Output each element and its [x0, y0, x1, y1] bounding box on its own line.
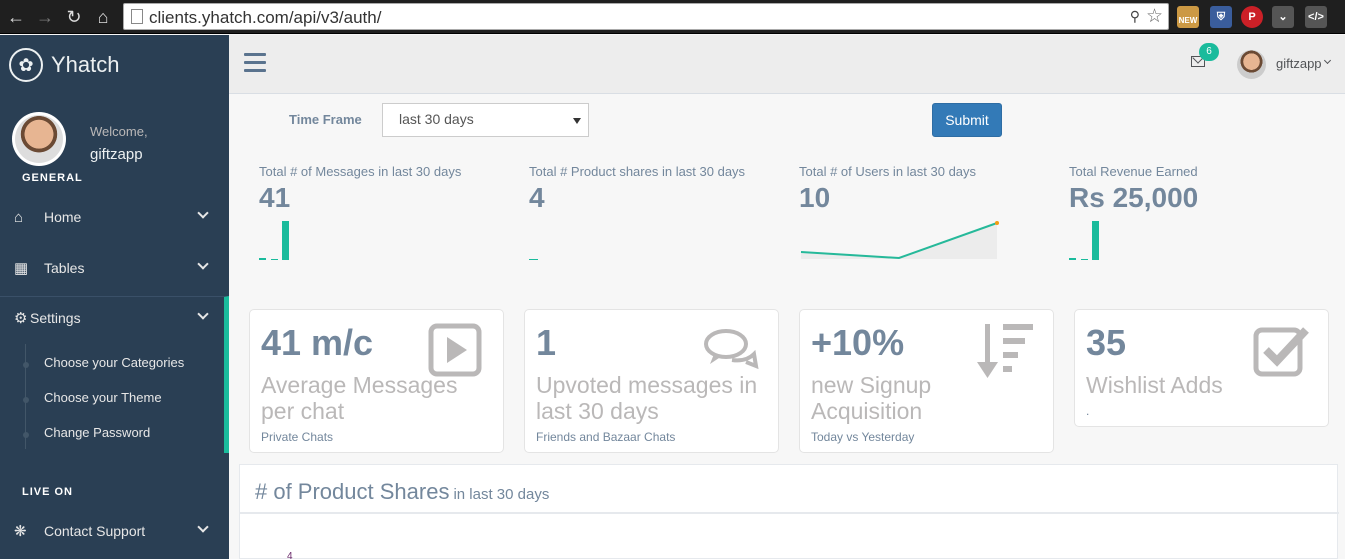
stat-box-upvoted: 1 Upvoted messages in last 30 days Frien… — [524, 309, 779, 453]
sidebar: ✿ Yhatch Welcome, giftzapp GENERAL ⌂ Hom… — [0, 35, 229, 559]
caret-down-icon — [573, 118, 581, 124]
code-icon[interactable]: </> — [1305, 6, 1327, 28]
chevron-down-icon[interactable] — [1323, 56, 1332, 65]
pinterest-icon[interactable]: P — [1241, 6, 1263, 28]
panel-title-text: # of Product Shares — [255, 479, 450, 504]
tile-count: 41 — [259, 182, 291, 213]
welcome-text: Welcome, — [90, 124, 148, 139]
tile-title: Total # of Users in last 30 days — [799, 164, 977, 179]
chart-tick-label: 4 — [287, 551, 293, 559]
tile-title: Total Revenue Earned — [1069, 164, 1198, 179]
page-icon — [131, 9, 143, 24]
avatar — [12, 112, 66, 166]
stat-number: +10% — [811, 322, 905, 363]
brand-name: Yhatch — [51, 52, 120, 77]
tile-count: Rs 25,000 — [1069, 182, 1199, 213]
stat-box-signups: +10% new Signup Acquisition Today vs Yes… — [799, 309, 1054, 453]
panel-title: # of Product Shares in last 30 days — [255, 479, 549, 505]
extension-new-label: NEW — [1178, 16, 1198, 25]
menu-toggle-icon[interactable] — [244, 53, 266, 73]
user-avatar[interactable] — [1237, 50, 1266, 79]
pocket-icon[interactable]: ⌄ — [1272, 6, 1294, 28]
stat-sub: . — [1086, 404, 1090, 418]
tile-title: Total # of Messages in last 30 days — [259, 164, 462, 179]
menu-icon[interactable] — [1333, 6, 1341, 28]
chevron-down-icon — [197, 308, 209, 320]
submit-button[interactable]: Submit — [932, 103, 1002, 137]
extension-new-icon[interactable]: NEW — [1177, 6, 1199, 28]
browser-toolbar: ← → ↻ ⌂ clients.yhatch.com/api/v3/auth/ … — [0, 0, 1345, 34]
sparkline-line-chart — [800, 221, 999, 260]
stat-sub: Private Chats — [261, 430, 334, 444]
extension-shield-icon[interactable]: ⛨ — [1210, 6, 1232, 28]
submenu-item-password[interactable]: Change Password — [44, 425, 150, 440]
section-title-live: LIVE ON — [22, 486, 74, 498]
play-icon — [428, 323, 482, 377]
stat-number: 35 — [1086, 322, 1127, 363]
paw-icon: ✿ — [9, 48, 43, 82]
sparkline-bar-chart — [529, 259, 538, 260]
back-icon[interactable]: ← — [5, 6, 27, 28]
user-menu-name[interactable]: giftzapp — [1276, 56, 1322, 71]
table-icon: ▦ — [14, 260, 29, 277]
sort-amount-desc-icon — [977, 324, 1033, 378]
product-shares-panel: # of Product Shares in last 30 days 4 — [239, 464, 1339, 559]
tile-title: Total # Product shares in last 30 days — [529, 164, 746, 179]
url-text: clients.yhatch.com/api/v3/auth/ — [149, 8, 382, 27]
time-frame-select[interactable]: last 30 days — [382, 103, 589, 137]
forward-icon[interactable]: → — [34, 6, 56, 28]
submenu-dot — [23, 397, 29, 403]
top-nav: 6 giftzapp — [229, 35, 1345, 94]
submenu-item-categories[interactable]: Choose your Categories — [44, 355, 184, 370]
profile-name: giftzapp — [90, 146, 143, 163]
chevron-down-icon — [197, 258, 209, 270]
home-icon: ⌂ — [14, 208, 24, 226]
bug-icon: ❋ — [14, 523, 27, 540]
time-frame-value: last 30 days — [399, 111, 474, 127]
mail-count-badge: 6 — [1199, 43, 1219, 61]
tile-count: 4 — [529, 182, 545, 213]
sidebar-item-home[interactable]: ⌂ Home — [0, 197, 229, 237]
bookmark-star-icon[interactable]: ☆ — [1146, 5, 1163, 28]
stat-number: 1 — [536, 322, 557, 363]
section-title-general: GENERAL — [22, 172, 83, 184]
stat-box-messages: 41 m/c Average Messages per chat Private… — [249, 309, 504, 453]
sidebar-item-label: Home — [44, 209, 82, 225]
home-browser-icon[interactable]: ⌂ — [92, 6, 114, 28]
stat-sub: Friends and Bazaar Chats — [536, 430, 676, 444]
time-frame-label: Time Frame — [289, 112, 362, 127]
reload-icon[interactable]: ↻ — [63, 6, 85, 28]
brand[interactable]: ✿ Yhatch — [9, 48, 120, 82]
gear-icon: ⚙ — [14, 310, 28, 327]
stat-number: 41 m/c — [261, 322, 374, 363]
panel-subtitle: in last 30 days — [453, 486, 550, 503]
key-icon[interactable]: ⚲ — [1130, 8, 1140, 25]
chevron-down-icon — [197, 521, 209, 533]
comments-icon — [704, 329, 759, 370]
stat-sub: Today vs Yesterday — [811, 430, 915, 444]
sidebar-item-label: Settings — [30, 310, 81, 326]
submenu-dot — [23, 362, 29, 368]
address-bar[interactable]: clients.yhatch.com/api/v3/auth/ ⚲ ☆ — [123, 3, 1169, 30]
sidebar-item-tables[interactable]: ▦ Tables — [0, 248, 229, 288]
tile-count: 10 — [799, 182, 831, 213]
submenu-dot — [23, 432, 29, 438]
stat-box-wishlist: 35 Wishlist Adds . — [1074, 309, 1329, 427]
sparkline-bar-chart — [259, 221, 289, 260]
panel-divider — [240, 512, 1339, 514]
sidebar-item-label: Contact Support — [44, 523, 146, 539]
sparkline-bar-chart — [1069, 221, 1099, 260]
check-square-icon — [1253, 327, 1309, 377]
submenu-item-theme[interactable]: Choose your Theme — [44, 390, 162, 405]
sidebar-item-label: Tables — [44, 260, 85, 276]
sidebar-item-settings[interactable]: ⚙ Settings — [0, 298, 229, 338]
sidebar-item-contact-support[interactable]: ❋ Contact Support — [0, 511, 229, 551]
chevron-down-icon — [197, 207, 209, 219]
